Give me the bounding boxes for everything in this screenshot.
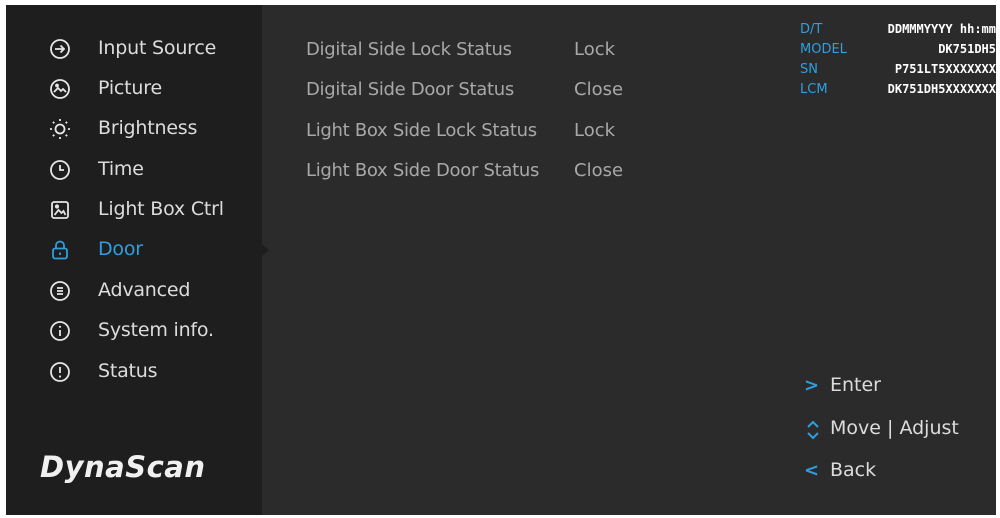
sidebar-item-label: Brightness: [98, 117, 198, 139]
info-row-datetime: D/T DDMMMYYYY hh:mm: [800, 22, 996, 42]
sidebar-item-label: Status: [98, 360, 158, 382]
info-key: D/T: [800, 22, 823, 37]
sidebar-item-label: Input Source: [98, 37, 217, 59]
info-row-serial: SN P751LT5XXXXXXX: [800, 62, 996, 82]
info-icon: [48, 319, 72, 343]
dynascan-logo: DynaScan: [40, 450, 206, 484]
chevron-right-icon: >: [804, 375, 820, 396]
picture-icon: [48, 77, 72, 101]
info-key: LCM: [800, 82, 828, 97]
sidebar-item-label: Door: [98, 238, 143, 260]
adjust-label: Adjust: [899, 417, 959, 439]
info-row-model: MODEL DK751DH5: [800, 42, 996, 62]
advanced-icon: [48, 279, 72, 303]
brightness-icon: [48, 117, 72, 141]
status-value: Lock: [574, 39, 616, 60]
alert-icon: [48, 360, 72, 384]
status-name: Light Box Side Lock Status: [306, 120, 537, 141]
info-key: SN: [800, 62, 818, 77]
lock-icon: [48, 238, 72, 262]
image-icon: [48, 198, 72, 222]
hint-label: Enter: [830, 374, 881, 396]
sidebar-item-status[interactable]: Status: [6, 352, 262, 392]
sidebar-item-label: Advanced: [98, 279, 191, 301]
clock-icon: [48, 158, 72, 182]
info-value: DK751DH5XXXXXXX: [887, 82, 996, 96]
hint-label: Back: [830, 459, 877, 481]
up-down-arrows-icon: [804, 418, 822, 440]
status-name: Digital Side Door Status: [306, 79, 514, 100]
sidebar-item-label: Time: [98, 158, 144, 180]
osd-screen: Input Source Picture Brightness Time Lig: [6, 5, 996, 515]
info-value: DK751DH5: [938, 42, 996, 56]
selection-pointer: [262, 244, 269, 256]
sidebar-item-time[interactable]: Time: [6, 150, 262, 190]
status-name: Digital Side Lock Status: [306, 39, 512, 60]
sidebar-item-label: Picture: [98, 77, 162, 99]
sidebar-item-brightness[interactable]: Brightness: [6, 109, 262, 149]
info-value: DDMMMYYYY hh:mm: [887, 22, 996, 36]
info-key: MODEL: [800, 42, 847, 57]
info-value: P751LT5XXXXXXX: [894, 62, 996, 76]
sidebar-item-system-info[interactable]: System info.: [6, 311, 262, 351]
sidebar-item-advanced[interactable]: Advanced: [6, 271, 262, 311]
sidebar-item-door[interactable]: Door: [6, 230, 262, 270]
sidebar-item-label: Light Box Ctrl: [98, 198, 224, 220]
info-row-lcm: LCM DK751DH5XXXXXXX: [800, 82, 996, 102]
sidebar-item-picture[interactable]: Picture: [6, 69, 262, 109]
sidebar-item-light-box-ctrl[interactable]: Light Box Ctrl: [6, 190, 262, 230]
sidebar-menu: Input Source Picture Brightness Time Lig: [6, 5, 262, 515]
input-source-icon: [48, 37, 72, 61]
move-label: Move: [830, 417, 881, 439]
status-value: Close: [574, 79, 624, 100]
status-name: Light Box Side Door Status: [306, 160, 540, 181]
status-value: Close: [574, 160, 624, 181]
sidebar-item-label: System info.: [98, 319, 214, 341]
chevron-left-icon: <: [804, 460, 820, 481]
hint-separator: |: [887, 417, 894, 439]
sidebar-item-input-source[interactable]: Input Source: [6, 29, 262, 69]
status-value: Lock: [574, 120, 616, 141]
hint-label: Move | Adjust: [830, 417, 959, 439]
